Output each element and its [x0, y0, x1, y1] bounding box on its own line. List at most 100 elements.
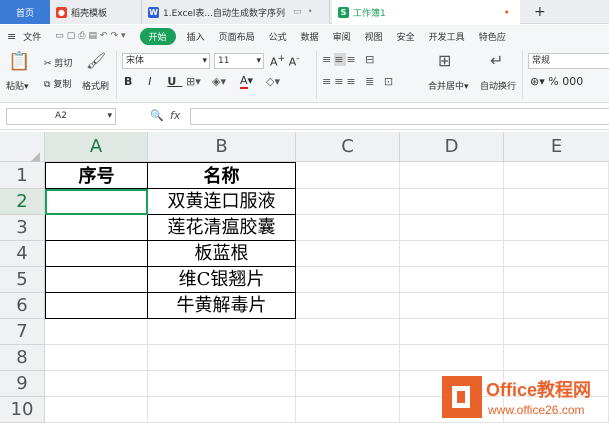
row-header-7[interactable]: 7: [0, 319, 45, 345]
column-header-e[interactable]: E: [504, 132, 609, 162]
cell-b5[interactable]: 维C银翘片: [148, 267, 296, 293]
merge-center-button[interactable]: 合并居中▾: [428, 79, 469, 92]
column-header-b[interactable]: B: [148, 132, 296, 162]
cell-a9[interactable]: [45, 371, 148, 397]
cell-c9[interactable]: [296, 371, 400, 397]
cell-e2[interactable]: [504, 189, 609, 215]
wrap-text-button[interactable]: 自动换行: [480, 79, 516, 92]
menu-insert[interactable]: 插入: [180, 30, 212, 43]
cell-b2[interactable]: 双黄连口服液: [148, 189, 296, 215]
menu-view[interactable]: 视图: [358, 30, 390, 43]
cell-a3[interactable]: [45, 215, 148, 241]
row-header-8[interactable]: 8: [0, 345, 45, 371]
cell-b7[interactable]: [148, 319, 296, 345]
font-style-buttons[interactable]: B I U: [124, 75, 182, 88]
cell-d3[interactable]: [400, 215, 504, 241]
cell-c6[interactable]: [296, 293, 400, 319]
cell-e1[interactable]: [504, 162, 609, 189]
cell-c8[interactable]: [296, 345, 400, 371]
cell-b1[interactable]: 名称: [148, 162, 296, 189]
copy-button[interactable]: ⧉ 复制: [44, 77, 71, 90]
row-header-9[interactable]: 9: [0, 371, 45, 397]
cell-b8[interactable]: [148, 345, 296, 371]
fill-color-icon[interactable]: ◈▾: [212, 75, 226, 88]
column-header-d[interactable]: D: [400, 132, 504, 162]
wrap-text-icon[interactable]: ↵: [490, 51, 503, 70]
row-header-3[interactable]: 3: [0, 215, 45, 241]
column-header-c[interactable]: C: [296, 132, 400, 162]
zoom-lookup-icon[interactable]: 🔍: [150, 109, 164, 122]
cell-c5[interactable]: [296, 267, 400, 293]
cell-d1[interactable]: [400, 162, 504, 189]
cell-c1[interactable]: [296, 162, 400, 189]
menu-data[interactable]: 数据: [294, 30, 326, 43]
row-header-4[interactable]: 4: [0, 241, 45, 267]
new-tab-button[interactable]: +: [528, 0, 552, 24]
paste-button[interactable]: 粘贴▾: [6, 79, 29, 92]
cell-d5[interactable]: [400, 267, 504, 293]
tab-workbook[interactable]: S 工作簿1 •: [332, 0, 520, 24]
border-icon[interactable]: ⊞▾: [186, 75, 201, 88]
format-painter-icon[interactable]: 🖌: [86, 51, 106, 70]
merge-icon[interactable]: ⊞: [438, 51, 451, 70]
menu-security[interactable]: 安全: [390, 30, 422, 43]
number-format-buttons[interactable]: ⊛▾ % 000: [530, 75, 583, 88]
menu-formula[interactable]: 公式: [262, 30, 294, 43]
menu-home[interactable]: 开始: [139, 27, 176, 45]
cell-e4[interactable]: [504, 241, 609, 267]
cell-e7[interactable]: [504, 319, 609, 345]
font-grow-shrink-icons[interactable]: A+ A-: [270, 53, 300, 69]
cell-a4[interactable]: [45, 241, 148, 267]
column-header-a[interactable]: A: [45, 132, 148, 162]
cell-e8[interactable]: [504, 345, 609, 371]
clear-format-icon[interactable]: ◇▾: [266, 75, 280, 88]
cell-d6[interactable]: [400, 293, 504, 319]
cell-d2[interactable]: [400, 189, 504, 215]
cell-b3[interactable]: 莲花清瘟胶囊: [148, 215, 296, 241]
cell-b6[interactable]: 牛黄解毒片: [148, 293, 296, 319]
menu-review[interactable]: 审阅: [326, 30, 358, 43]
menu-page-layout[interactable]: 页面布局: [212, 30, 262, 43]
row-header-6[interactable]: 6: [0, 293, 45, 319]
row-header-5[interactable]: 5: [0, 267, 45, 293]
cell-a1[interactable]: 序号: [45, 162, 148, 189]
menu-file[interactable]: 文件: [23, 30, 48, 43]
cell-d8[interactable]: [400, 345, 504, 371]
cell-b9[interactable]: [148, 371, 296, 397]
cell-c10[interactable]: [296, 397, 400, 423]
cell-c3[interactable]: [296, 215, 400, 241]
menu-special[interactable]: 特色应: [472, 30, 513, 43]
cell-a2[interactable]: [45, 189, 148, 215]
cell-e3[interactable]: [504, 215, 609, 241]
hamburger-icon[interactable]: ≡: [0, 30, 23, 43]
select-all-corner[interactable]: ◢: [0, 132, 45, 163]
menu-developer[interactable]: 开发工具: [422, 30, 472, 43]
tab-excel-doc[interactable]: W 1.Excel表...自动生成数字序列 ▭ •: [142, 0, 330, 24]
cell-a5[interactable]: [45, 267, 148, 293]
formula-input[interactable]: [190, 108, 609, 125]
cell-b4[interactable]: 板蓝根: [148, 241, 296, 267]
cell-a8[interactable]: [45, 345, 148, 371]
font-name-select[interactable]: 宋体 ▾: [122, 53, 210, 69]
cell-d7[interactable]: [400, 319, 504, 345]
font-color-icon[interactable]: A▾: [240, 74, 253, 89]
name-box[interactable]: A2 ▾: [6, 108, 116, 125]
cell-a10[interactable]: [45, 397, 148, 423]
font-size-select[interactable]: 11 ▾: [214, 53, 264, 69]
cut-button[interactable]: ✂ 剪切: [44, 56, 72, 69]
row-header-10[interactable]: 10: [0, 397, 45, 423]
cell-c7[interactable]: [296, 319, 400, 345]
cell-d4[interactable]: [400, 241, 504, 267]
quick-access-icons[interactable]: ▭▢⎙▤↶↷▾: [48, 31, 135, 41]
format-painter-button[interactable]: 格式刷: [82, 79, 109, 92]
align-horizontal-icons[interactable]: ≡≡≡ ≣ ⊡: [322, 75, 396, 88]
tab-docer-template[interactable]: ● 稻壳模板: [50, 0, 142, 24]
cell-e5[interactable]: [504, 267, 609, 293]
cell-b10[interactable]: [148, 397, 296, 423]
tab-home[interactable]: 首页: [0, 0, 50, 24]
cell-a6[interactable]: [45, 293, 148, 319]
number-format-select[interactable]: 常规: [528, 53, 609, 69]
row-header-2[interactable]: 2: [0, 189, 45, 215]
cell-a7[interactable]: [45, 319, 148, 345]
cell-c4[interactable]: [296, 241, 400, 267]
